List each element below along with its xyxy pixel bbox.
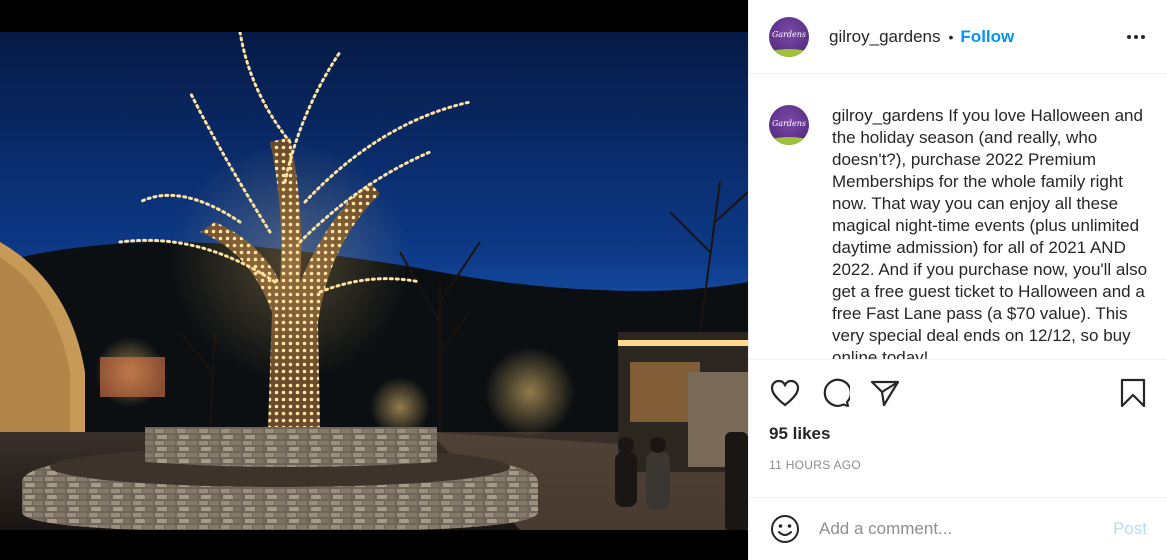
post-timestamp[interactable]: 11 HOURS AGO <box>769 458 1149 472</box>
avatar-logo-text: Gardens <box>771 30 807 39</box>
caption-text: If you love Halloween and the holiday se… <box>832 106 1148 359</box>
actions-area: 95 likes 11 HOURS AGO <box>749 359 1167 472</box>
smiley-icon[interactable] <box>769 513 801 545</box>
avatar-logo-text: Gardens <box>771 118 807 128</box>
paper-plane-icon[interactable] <box>869 377 901 409</box>
caption-area[interactable]: Gardens gilroy_gardens If you love Hallo… <box>749 75 1167 359</box>
more-horizontal-icon[interactable] <box>1123 31 1149 43</box>
follow-button[interactable]: Follow <box>960 27 1014 47</box>
heart-icon[interactable] <box>769 377 801 409</box>
post-header: Gardens gilroy_gardens • Follow <box>749 0 1167 74</box>
caption: gilroy_gardens If you love Halloween and… <box>832 105 1149 359</box>
post-panel: Gardens gilroy_gardens • Follow Gardens … <box>748 0 1167 560</box>
comment-input[interactable] <box>819 519 1101 539</box>
caption-username[interactable]: gilroy_gardens <box>832 106 944 125</box>
like-count[interactable]: 95 likes <box>769 424 1149 444</box>
caption-avatar[interactable]: Gardens <box>769 105 809 145</box>
avatar[interactable]: Gardens <box>769 16 809 57</box>
post-comment-button[interactable]: Post <box>1113 519 1147 539</box>
header-separator: • <box>948 28 954 45</box>
header-username[interactable]: gilroy_gardens <box>829 27 941 47</box>
action-icons <box>769 360 1149 426</box>
comment-bar: Post <box>749 497 1167 560</box>
post-photo <box>0 32 748 530</box>
post-media[interactable] <box>0 0 748 560</box>
comment-icon[interactable] <box>819 377 851 409</box>
bookmark-icon[interactable] <box>1117 377 1149 409</box>
